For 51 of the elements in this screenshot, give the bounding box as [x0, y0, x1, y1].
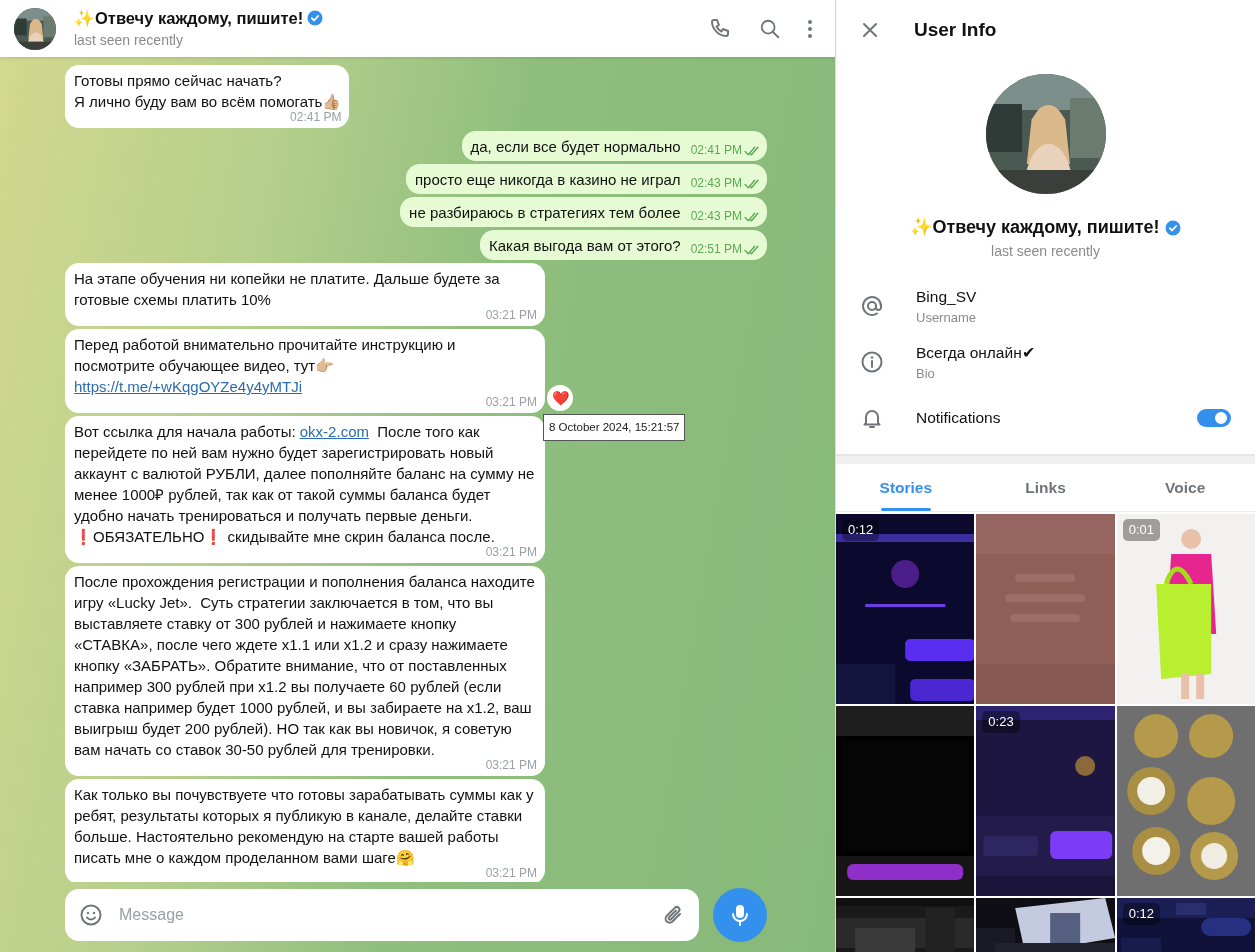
- message-time: 02:51 PM: [690, 242, 742, 256]
- message-input[interactable]: Message: [117, 902, 649, 928]
- search-icon[interactable]: [759, 17, 781, 40]
- message-field[interactable]: Message: [65, 889, 699, 941]
- duration-label: 0:12: [842, 519, 880, 541]
- message-text: После прохождения регистрации и пополнения баланса находите игру «Lucky Jet». Суть стратегии заключается в том, что вы выставляете ставку от 300 рублей и нажимаете кнопку «СТАВКА», после чего ждете x1.1 или x1.2 и сразу нажимаете кнопку «ЗАБРАТЬ». Обратите внимание, что от поставленных например 300 рублей при x1.2 вы получаете 60 рублей (если ставка например будет 1000 рублей, и вы забираете на x1.2, ваш выигрыш будет 200 рублей). НО так как вы новичок, я советую вам начать со ставок 30-50 рублей для тренировки.: [74, 572, 536, 760]
- microphone-button[interactable]: [713, 888, 767, 942]
- message-time: 02:43 PM: [690, 176, 742, 190]
- message-text: да, если все будет нормально: [470, 137, 681, 157]
- panel-title: User Info: [914, 17, 997, 42]
- info-icon: [860, 350, 884, 374]
- info-label: Bio: [916, 364, 936, 383]
- message-text: Какая выгода вам от этого?: [489, 236, 681, 256]
- profile-status: last seen recently: [991, 242, 1100, 261]
- message-link[interactable]: https://t.me/+wKqgOYZe4y4yMTJi: [74, 378, 302, 395]
- date-tooltip: 8 October 2024, 15:21:57: [543, 414, 686, 441]
- duration-label: 0:23: [982, 711, 1020, 733]
- info-value: Bing_SV: [916, 286, 977, 307]
- media-tab[interactable]: Voice: [1115, 464, 1255, 511]
- message-text: Готовы прямо сейчас начать? Я лично буду вам во всём помогать👍🏼: [74, 71, 342, 112]
- message-time: 02:41 PM: [290, 110, 342, 124]
- more-icon[interactable]: [807, 18, 813, 39]
- at-sign-icon: [860, 294, 884, 318]
- message-text: Как только вы почувствуете что готовы зарабатывать суммы как у ребят, результаты которых я публикую в канале, делайте ставки больше. Настоятельно рекомендую на старте вашей работы писать мне о каждом проделанном вами шаге🤗: [74, 785, 535, 868]
- message-text: просто еще никогда в казино не играл: [414, 170, 681, 190]
- message-text: Вот ссылка для начала работы: okx-2.com После того как перейдете по ней вам нужно будет зарегистрировать новый аккаунт с валютой РУБЛИ, далее пополняйте баланс на сумму не менее 1000₽ рублей, так как от такой суммы баланса будет удобно начать тренироваться и получать первые деньги. ❗ОБЯЗАТЕЛЬНО❗ скидывайте мне скрин баланса после.: [74, 422, 536, 547]
- media-tab[interactable]: Links: [975, 464, 1116, 511]
- duration-label: 0:12: [1122, 903, 1160, 925]
- message-time: 03:21 PM: [485, 395, 537, 409]
- profile-name: ✨Отвечу каждому, пишите!: [910, 216, 1160, 239]
- message-link[interactable]: okx-2.com: [299, 423, 369, 440]
- close-icon[interactable]: [862, 22, 878, 38]
- message-time: 03:21 PM: [485, 758, 537, 772]
- message-text: Перед работой внимательно прочитайте инструкцию и посмотрите обучающее видео, тут👉🏼 https://t.me/+wKqgOYZe4y4yMTJi: [74, 335, 457, 397]
- setting-label: Notifications: [916, 408, 1001, 429]
- notifications-toggle[interactable]: [1197, 409, 1231, 427]
- message-text: На этапе обучения ни копейки не платите. Дальше будете за готовые схемы платить 10%: [74, 269, 501, 310]
- message-time: 03:21 PM: [485, 866, 537, 880]
- message-time: 02:41 PM: [690, 143, 742, 157]
- emoji-icon[interactable]: [79, 903, 103, 927]
- microphone-icon: [730, 903, 750, 927]
- duration-label: 0:01: [1122, 519, 1160, 541]
- message-time: 03:21 PM: [485, 308, 537, 322]
- media-tab[interactable]: Stories: [836, 464, 976, 511]
- info-label: Username: [916, 308, 977, 327]
- chat-status: last seen recently: [74, 31, 184, 51]
- message-time: 02:43 PM: [690, 209, 742, 223]
- message-time: 03:21 PM: [485, 545, 537, 559]
- chat-title: ✨Отвечу каждому, пишите!: [74, 7, 304, 29]
- info-value: Всегда онлайн✔: [916, 342, 1035, 363]
- message-text: не разбираюсь в стратегиях тем более: [409, 203, 681, 223]
